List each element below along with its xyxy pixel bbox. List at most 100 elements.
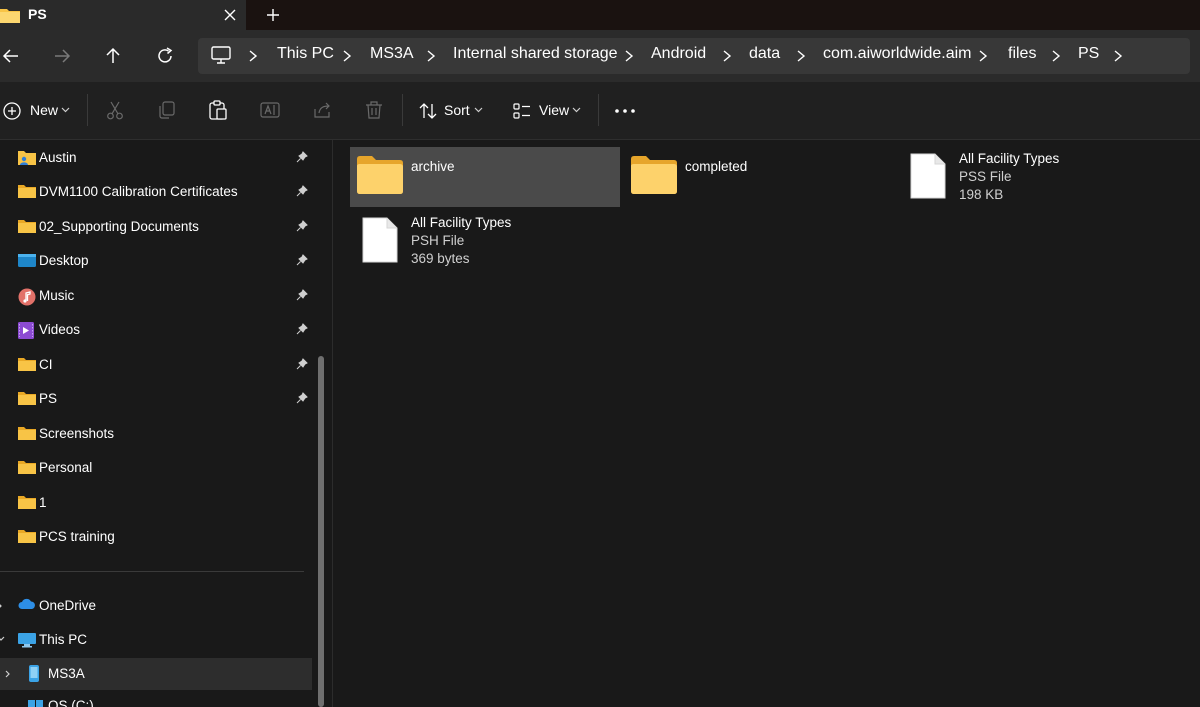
- file-item-all-facility-types-psh[interactable]: All Facility Types PSH File 369 bytes: [350, 211, 620, 271]
- sidebar-item-dvm1100[interactable]: DVM1100 Calibration Certificates: [0, 176, 312, 208]
- chevron-right-icon[interactable]: [247, 49, 259, 63]
- paste-icon[interactable]: [207, 99, 229, 121]
- cut-icon[interactable]: [104, 99, 126, 121]
- pin-icon[interactable]: [296, 323, 308, 335]
- sidebar-scrollbar-thumb[interactable]: [318, 356, 324, 707]
- pin-icon[interactable]: [296, 185, 308, 197]
- chevron-down-icon[interactable]: [0, 636, 5, 642]
- copy-icon[interactable]: [156, 99, 178, 121]
- chevron-right-icon[interactable]: [623, 49, 635, 63]
- rename-icon[interactable]: [259, 99, 281, 121]
- sidebar-item-screenshots[interactable]: Screenshots: [0, 418, 312, 450]
- chevron-down-icon: [474, 107, 483, 113]
- file-icon: [910, 153, 946, 199]
- chevron-right-icon[interactable]: [1050, 49, 1062, 63]
- file-item-all-facility-types-pss[interactable]: All Facility Types PSS File 198 KB: [900, 147, 1170, 207]
- sort-label: Sort: [444, 102, 470, 118]
- view-button[interactable]: View: [505, 82, 590, 139]
- plus-icon[interactable]: [262, 4, 284, 26]
- sidebar-item-pcs-training[interactable]: PCS training: [0, 521, 312, 553]
- sidebar-item-ci[interactable]: CI: [0, 349, 312, 381]
- file-list: archive completed All Facility Types PSS…: [333, 140, 1200, 707]
- back-arrow-icon[interactable]: [0, 42, 28, 70]
- tab-title: PS: [28, 6, 47, 22]
- plus-circle-icon: [2, 101, 22, 121]
- desktop-icon: [18, 253, 36, 268]
- toolbar-separator: [87, 94, 88, 126]
- more-icon[interactable]: [614, 107, 636, 115]
- sidebar-item-os-drive[interactable]: OS (C:): [0, 696, 312, 707]
- close-icon[interactable]: [219, 4, 241, 26]
- new-button[interactable]: New: [0, 82, 80, 139]
- share-icon[interactable]: [311, 99, 333, 121]
- tab-ps[interactable]: PS: [0, 0, 246, 30]
- breadcrumb-files[interactable]: files: [1008, 45, 1036, 63]
- folder-icon: [18, 219, 36, 234]
- sidebar-item-label: MS3A: [48, 666, 85, 681]
- user-folder-icon: [18, 150, 36, 166]
- sidebar-item-ms3a[interactable]: MS3A: [0, 658, 312, 690]
- chevron-right-icon[interactable]: [425, 49, 437, 63]
- cloud-icon: [18, 598, 36, 610]
- chevron-right-icon[interactable]: [721, 49, 733, 63]
- breadcrumb-package[interactable]: com.aiworldwide.aim: [823, 45, 972, 63]
- sidebar-item-onedrive[interactable]: OneDrive: [0, 590, 312, 622]
- delete-icon[interactable]: [363, 99, 385, 121]
- breadcrumb-android[interactable]: Android: [651, 45, 706, 63]
- computer-icon[interactable]: [210, 45, 232, 65]
- file-item-archive[interactable]: archive: [350, 147, 620, 207]
- folder-icon: [18, 184, 36, 199]
- breadcrumb-ps[interactable]: PS: [1078, 45, 1099, 63]
- folder-icon: [631, 156, 677, 194]
- sidebar-item-supporting-documents[interactable]: 02_Supporting Documents: [0, 211, 312, 243]
- folder-icon: [18, 357, 36, 372]
- breadcrumb-ms3a[interactable]: MS3A: [370, 45, 414, 63]
- phone-icon: [29, 665, 39, 682]
- chevron-down-icon: [61, 107, 70, 113]
- sidebar-item-personal[interactable]: Personal: [0, 452, 312, 484]
- chevron-right-icon[interactable]: [1112, 49, 1124, 63]
- folder-icon: [18, 426, 36, 441]
- sort-button[interactable]: Sort: [410, 82, 490, 139]
- pin-icon[interactable]: [296, 358, 308, 370]
- sidebar-item-1[interactable]: 1: [0, 487, 312, 519]
- pin-icon[interactable]: [296, 220, 308, 232]
- sidebar-item-music[interactable]: Music: [0, 280, 312, 312]
- breadcrumb-internal-storage[interactable]: Internal shared storage: [453, 45, 618, 63]
- sidebar-item-videos[interactable]: Videos: [0, 314, 312, 346]
- folder-icon: [18, 391, 36, 406]
- chevron-right-icon[interactable]: [977, 49, 989, 63]
- refresh-icon[interactable]: [151, 42, 179, 70]
- chevron-right-icon[interactable]: [341, 49, 353, 63]
- chevron-right-icon[interactable]: [795, 49, 807, 63]
- sidebar-item-label: Austin: [39, 150, 77, 165]
- address-bar[interactable]: This PC MS3A Internal shared storage And…: [198, 38, 1190, 74]
- sidebar-item-label: 1: [39, 495, 47, 510]
- sidebar-item-austin[interactable]: Austin: [0, 142, 312, 174]
- breadcrumb-this-pc[interactable]: This PC: [277, 45, 334, 63]
- forward-arrow-icon[interactable]: [50, 42, 78, 70]
- file-item-completed[interactable]: completed: [624, 147, 894, 207]
- file-name: completed: [685, 159, 748, 174]
- sidebar-item-this-pc[interactable]: This PC: [0, 624, 312, 656]
- pin-icon[interactable]: [296, 289, 308, 301]
- sidebar-item-label: CI: [39, 357, 53, 372]
- file-type: PSH File: [411, 233, 465, 248]
- sidebar-item-label: Personal: [39, 460, 93, 475]
- folder-icon: [357, 156, 403, 194]
- toolbar-separator: [402, 94, 403, 126]
- pin-icon[interactable]: [296, 151, 308, 163]
- computer-icon: [18, 632, 36, 648]
- up-arrow-icon[interactable]: [99, 42, 127, 70]
- toolbar-separator: [598, 94, 599, 126]
- sidebar-item-ps[interactable]: PS: [0, 383, 312, 415]
- sort-icon: [418, 101, 438, 121]
- file-type: PSS File: [959, 169, 1012, 184]
- chevron-right-icon[interactable]: [0, 602, 3, 610]
- breadcrumb-data[interactable]: data: [749, 45, 780, 63]
- drive-icon: [28, 698, 44, 707]
- sidebar-item-desktop[interactable]: Desktop: [0, 245, 312, 277]
- pin-icon[interactable]: [296, 254, 308, 266]
- pin-icon[interactable]: [296, 392, 308, 404]
- chevron-right-icon[interactable]: [5, 670, 11, 678]
